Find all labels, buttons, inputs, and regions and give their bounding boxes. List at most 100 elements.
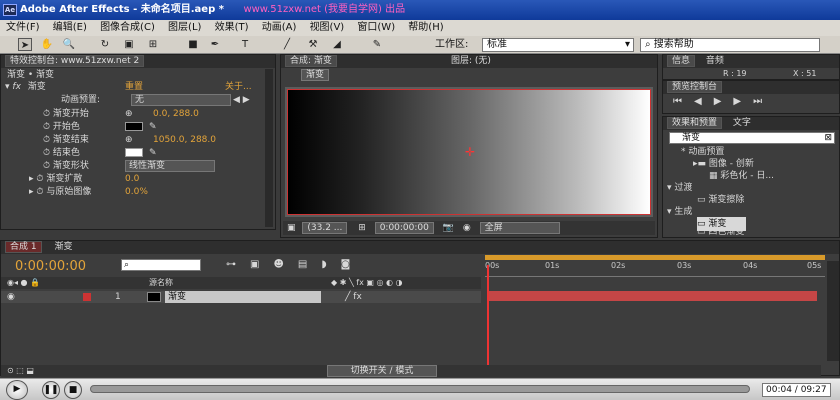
current-time-indicator[interactable] [487,265,489,365]
puppet-pin-tool-icon[interactable]: ✎ [370,38,384,51]
timeline-scrollbar[interactable] [827,261,839,361]
menu-effect[interactable]: 效果(T) [215,22,249,33]
stopwatch-icon[interactable]: ⏱ [43,109,50,119]
crosshair-icon[interactable]: ⊕ [125,107,133,121]
crosshair-icon[interactable]: ⊕ [125,133,133,147]
menu-layer[interactable]: 图层(L) [168,22,201,33]
stopwatch-icon[interactable]: ⏱ [36,187,43,197]
preset-nav-icon[interactable]: ◀ ▶ [233,93,250,107]
selection-tool-icon[interactable]: ➤ [18,38,32,51]
zoom-dropdown[interactable]: (33.2 ... [302,222,348,234]
gradient-shape-dropdown[interactable]: 线性渐变 [125,160,215,172]
camera-icon[interactable]: 📷 [443,223,454,233]
table-row[interactable]: ◉ 1 渐变 ╱ fx [1,291,481,303]
comp-tab[interactable]: 合成: 渐变 [285,55,337,67]
stopwatch-icon[interactable]: ⏱ [36,174,43,184]
reset-link[interactable]: 重置 [125,80,143,94]
time-ruler[interactable]: 00s 01s 02s 03s 04s 05s [485,261,825,277]
eyedropper-icon[interactable]: ✎ [149,120,157,134]
pen-tool-icon[interactable]: ✒ [208,38,222,51]
footer-icons[interactable]: ⊙ ⬚ ⬓ [7,366,34,375]
rotate-tool-icon[interactable]: ↻ [98,38,112,51]
list-item[interactable]: ▭ 四色渐变 [697,227,744,237]
clear-icon[interactable]: ⊠ [824,133,832,144]
graph-editor-icon[interactable]: ◙ [341,259,365,270]
eye-icon[interactable]: ◉ [7,292,15,302]
preset-dropdown[interactable]: 无 [131,94,231,106]
menu-help[interactable]: 帮助(H) [408,22,443,33]
anchor-point-icon[interactable]: ✛ [465,145,475,159]
prop-value[interactable]: 0.0% [125,185,148,199]
expand-arrow-icon[interactable]: ▸ [29,187,34,197]
effects-presets-tab[interactable]: 效果和预置 [667,117,723,129]
stopwatch-icon[interactable]: ⏱ [43,122,50,132]
scrollbar[interactable] [265,69,273,227]
comp-name-button[interactable]: 渐变 [301,69,330,81]
stopwatch-icon[interactable]: ⏱ [43,135,50,145]
menu-edit[interactable]: 编辑(E) [53,22,87,33]
timeline-timecode[interactable]: 0:00:00:00 [15,259,86,274]
about-link[interactable]: 关于... [225,80,252,94]
last-frame-icon[interactable]: ⏭ [753,96,774,107]
timeline-tab-comp1[interactable]: 合成 1 [5,241,42,253]
pause-button[interactable]: ❚❚ [42,381,60,399]
timeline-tab-gradient[interactable]: 渐变 [54,242,72,252]
stop-button[interactable]: ■ [64,381,82,399]
clone-stamp-tool-icon[interactable]: ⚒ [306,38,320,51]
text-tool-icon[interactable]: T [238,38,252,51]
layer-name[interactable]: 渐变 [165,291,321,303]
eraser-tool-icon[interactable]: ◢ [330,38,344,51]
motion-blur-icon[interactable]: ◗ [321,259,340,270]
expand-arrow-icon[interactable]: ▾ [5,82,10,92]
brush-tool-icon[interactable]: ╱ [280,38,294,51]
progress-track[interactable] [90,385,750,393]
color-channel-icon[interactable]: ◉ [463,223,471,233]
expand-arrow-icon[interactable]: ▸ [29,174,34,184]
stopwatch-icon[interactable]: ⏱ [43,148,50,158]
menu-window[interactable]: 窗口(W) [357,22,395,33]
timeline-search-input[interactable]: ⌕ [121,259,201,271]
frame-blending-icon[interactable]: ▤ [298,259,321,270]
menu-file[interactable]: 文件(F) [6,22,40,33]
composition-mini-flowchart-icon[interactable]: ⊶ [226,259,250,270]
workspace-dropdown[interactable]: 标准 ▾ [482,38,634,52]
menu-composition[interactable]: 图像合成(C) [100,22,155,33]
comp-viewer[interactable]: ✛ [285,87,653,217]
menu-view[interactable]: 视图(V) [310,22,345,33]
stopwatch-icon[interactable]: ⏱ [43,161,50,171]
prop-value[interactable]: 1050.0, 288.0 [153,133,216,147]
end-color-swatch[interactable] [125,148,143,157]
first-frame-icon[interactable]: ⏮ [673,96,694,107]
start-color-swatch[interactable] [125,122,143,131]
preview-tab[interactable]: 预览控制台 [663,81,839,94]
prev-frame-icon[interactable]: ◀ [694,96,714,107]
layer-tab[interactable]: 图层: (无) [451,55,491,68]
comp-timecode[interactable]: 0:00:00:00 [374,222,434,234]
eyedropper-icon[interactable]: ✎ [149,146,157,160]
info-tab[interactable]: 信息 [667,55,696,67]
view-options-icon[interactable]: ▣ [287,223,296,233]
work-area-bar[interactable] [485,255,825,260]
view-dropdown[interactable]: 全屏 [479,222,560,234]
search-help-input[interactable]: ⌕ 搜索帮助 [640,38,820,52]
mask-tool-icon[interactable]: ■ [186,38,200,51]
pan-behind-tool-icon[interactable]: ⊞ [146,38,160,51]
effects-search-input[interactable]: 渐变 ⊠ [669,132,835,144]
text-tab[interactable]: 文字 [733,118,751,128]
grid-icon[interactable]: ⊞ [358,223,366,233]
next-frame-icon[interactable]: ▶ [733,96,753,107]
play-button[interactable]: ▶ [6,380,28,400]
label-color-icon[interactable] [83,293,91,301]
prop-value[interactable]: 0.0, 288.0 [153,107,199,121]
draft-3d-icon[interactable]: ▣ [250,259,273,270]
layer-duration-bar[interactable] [487,291,817,301]
fx-switch-icon[interactable]: ╱ fx [345,291,362,303]
list-item[interactable]: ▾ 生成 [667,205,692,219]
toggle-switches-modes-button[interactable]: 切换开关 / 模式 [327,365,437,377]
list-item[interactable]: ▭ 渐变擦除 [697,193,744,207]
audio-tab[interactable]: 音频 [706,56,724,66]
hide-shy-icon[interactable]: ☻ [273,259,297,270]
effect-controls-tab[interactable]: 特效控制台: www.51zxw.net 2 [1,55,275,68]
list-item[interactable]: ▦ 彩色化 - 日... [709,169,774,183]
list-item[interactable]: ▾ 过渡 [667,181,692,195]
